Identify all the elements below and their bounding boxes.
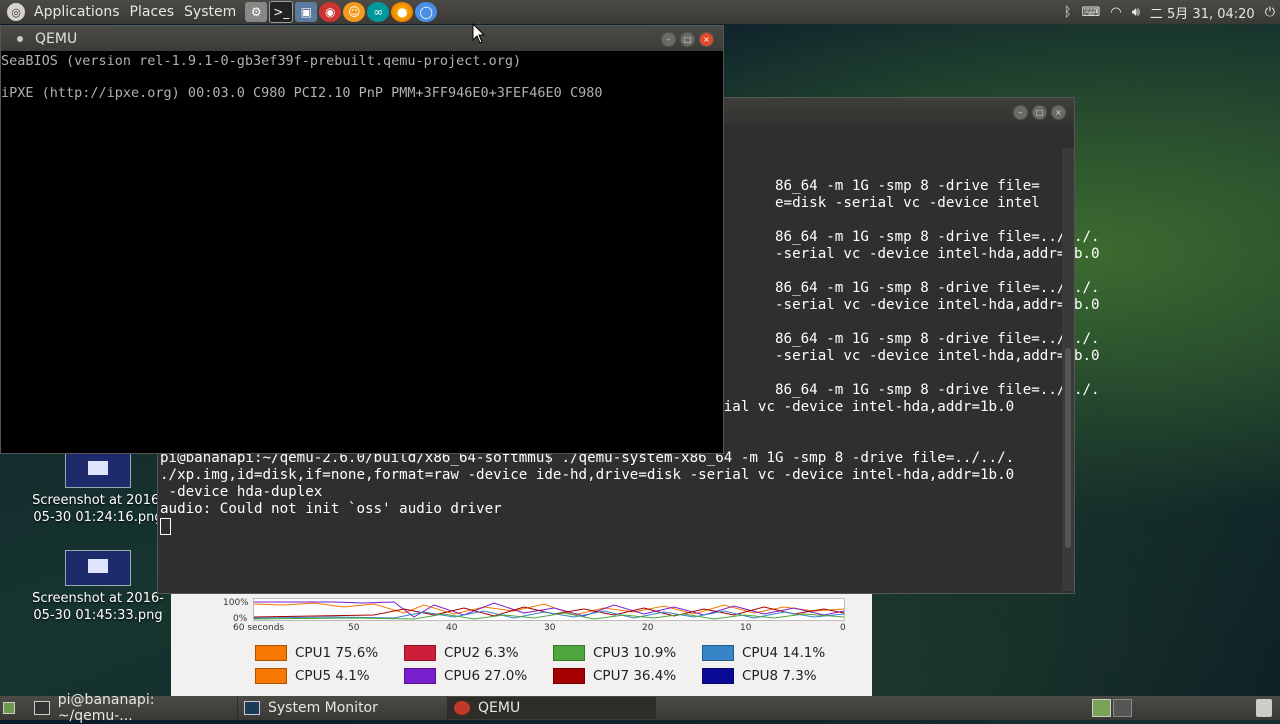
main-menu: ◎ Applications Places System <box>0 3 243 21</box>
firefox-icon[interactable]: ● <box>391 2 414 22</box>
trash-icon[interactable] <box>1256 699 1272 717</box>
taskbar-item-system-monitor[interactable]: System Monitor <box>238 697 448 719</box>
image-thumbnail-icon <box>65 452 131 488</box>
terminal-scrollbar[interactable] <box>1062 148 1074 591</box>
close-button[interactable]: × <box>1051 105 1066 120</box>
qemu-titlebar[interactable]: QEMU <box>1 26 723 51</box>
app-icon[interactable]: ◉ <box>319 2 342 22</box>
terminal-line: ./xp.img,id=disk,if=none,format=raw -dev… <box>160 467 1015 483</box>
desktop-file-label: Screenshot at 2016- 05-30 01:24:16.png <box>32 493 164 525</box>
text-cursor <box>160 518 171 535</box>
graph-x-label: 40 <box>446 623 458 633</box>
clock[interactable]: 二 5月 31, 04:20 <box>1150 3 1255 22</box>
cpu-legend-item[interactable]: CPU7 36.4% <box>553 668 676 684</box>
cpu-color-swatch[interactable] <box>404 645 436 661</box>
cpu-color-swatch[interactable] <box>255 668 287 684</box>
terminal-line: audio: Could not init `oss' audio driver <box>160 501 502 517</box>
system-monitor-window: 100% 0% 60 seconds 50 40 30 20 10 0 CPU1… <box>171 588 872 696</box>
graph-x-label: 30 <box>544 623 556 633</box>
cpu-graph-svg <box>254 601 844 620</box>
workspace-2[interactable] <box>1113 699 1132 717</box>
qemu-window[interactable]: QEMU – □ × SeaBIOS (version rel-1.9.1-0-… <box>0 25 724 454</box>
menu-system[interactable]: System <box>181 4 243 20</box>
mouse-cursor-icon <box>472 23 486 44</box>
taskbar-item-terminal[interactable]: pi@bananapi: ~/qemu-... <box>28 692 238 724</box>
terminal-icon <box>34 701 50 715</box>
image-thumbnail-icon <box>65 550 131 586</box>
cpu-color-swatch[interactable] <box>553 668 585 684</box>
qemu-console[interactable]: SeaBIOS (version rel-1.9.1-0-gb3ef39f-pr… <box>1 51 723 101</box>
bottom-panel: pi@bananapi: ~/qemu-... System Monitor Q… <box>0 692 1280 724</box>
system-tray: ᛒ ⌨ ◠ 🔊︎ 二 5月 31, 04:20 ⏻ <box>1059 0 1280 24</box>
chromium-icon[interactable]: ◯ <box>415 2 438 22</box>
ubuntu-logo-icon[interactable]: ◎ <box>7 3 25 21</box>
minimize-button[interactable]: – <box>1013 105 1028 120</box>
workspace-1[interactable] <box>1092 699 1111 717</box>
graph-x-label: 0 <box>840 623 846 633</box>
qemu-icon <box>454 701 470 715</box>
power-icon[interactable]: ⏻ <box>1265 5 1275 20</box>
volume-icon[interactable]: 🔊︎ <box>1132 5 1140 20</box>
cpu-color-swatch[interactable] <box>702 668 734 684</box>
gear-icon[interactable]: ⚙ <box>245 2 268 22</box>
network-icon[interactable]: ▣ <box>295 2 318 22</box>
cpu-legend-item[interactable]: CPU2 6.3% <box>404 645 519 661</box>
close-button[interactable]: × <box>699 32 714 47</box>
keyboard-icon[interactable]: ⌨ <box>1082 5 1101 20</box>
desktop-file-label: Screenshot at 2016- 05-30 01:45:33.png <box>32 591 164 623</box>
system-monitor-icon <box>244 701 260 715</box>
bluetooth-icon[interactable]: ᛒ <box>1064 5 1072 20</box>
menu-applications[interactable]: Applications <box>31 4 127 20</box>
show-desktop-icon[interactable] <box>0 697 18 719</box>
cpu-legend-item[interactable]: CPU4 14.1% <box>702 645 825 661</box>
cpu-legend-item[interactable]: CPU6 27.0% <box>404 668 527 684</box>
terminal-window-buttons: – □ × <box>1013 105 1066 120</box>
cpu-color-swatch[interactable] <box>255 645 287 661</box>
taskbar-item-qemu[interactable]: QEMU <box>448 697 656 719</box>
top-panel: ◎ Applications Places System ⚙ >_ ▣ ◉ ☺ … <box>0 0 1280 24</box>
wifi-icon[interactable]: ◠ <box>1110 5 1121 20</box>
cpu-color-swatch[interactable] <box>404 668 436 684</box>
window-menu-icon[interactable] <box>17 35 23 42</box>
graph-x-label: 60 seconds <box>233 623 285 633</box>
console-line: SeaBIOS (version rel-1.9.1-0-gb3ef39f-pr… <box>1 53 522 69</box>
cpu-legend-item[interactable]: CPU1 75.6% <box>255 645 378 661</box>
graph-y-top-label: 100% <box>223 598 249 608</box>
terminal-line: -device hda-duplex <box>160 484 323 500</box>
desktop-file-screenshot-2[interactable]: Screenshot at 2016- 05-30 01:45:33.png <box>28 550 168 624</box>
qemu-window-buttons: – □ × <box>661 32 714 47</box>
desktop-file-screenshot-1[interactable]: Screenshot at 2016- 05-30 01:24:16.png <box>28 452 168 526</box>
maximize-button[interactable]: □ <box>1032 105 1047 120</box>
cpu-color-swatch[interactable] <box>553 645 585 661</box>
maximize-button[interactable]: □ <box>680 32 695 47</box>
terminal-prompt-line <box>160 518 1100 537</box>
cpu-legend-item[interactable]: CPU3 10.9% <box>553 645 676 661</box>
graph-x-label: 50 <box>348 623 360 633</box>
scrollbar-thumb[interactable] <box>1065 348 1071 548</box>
minimize-button[interactable]: – <box>661 32 676 47</box>
arduino-icon[interactable]: ∞ <box>367 2 390 22</box>
cpu-legend-item[interactable]: CPU8 7.3% <box>702 668 817 684</box>
graph-x-label: 10 <box>740 623 752 633</box>
graph-x-label: 20 <box>642 623 654 633</box>
console-line: iPXE (http://ipxe.org) 00:03.0 C980 PCI2… <box>1 85 603 101</box>
workspace-switcher[interactable] <box>1092 699 1132 717</box>
cpu-legend-item[interactable]: CPU5 4.1% <box>255 668 370 684</box>
scratch-icon[interactable]: ☺ <box>343 2 366 22</box>
terminal-icon[interactable]: >_ <box>269 1 294 23</box>
cpu-history-graph <box>253 598 845 621</box>
menu-places[interactable]: Places <box>127 4 182 20</box>
window-title: QEMU <box>35 30 78 47</box>
cpu-color-swatch[interactable] <box>702 645 734 661</box>
